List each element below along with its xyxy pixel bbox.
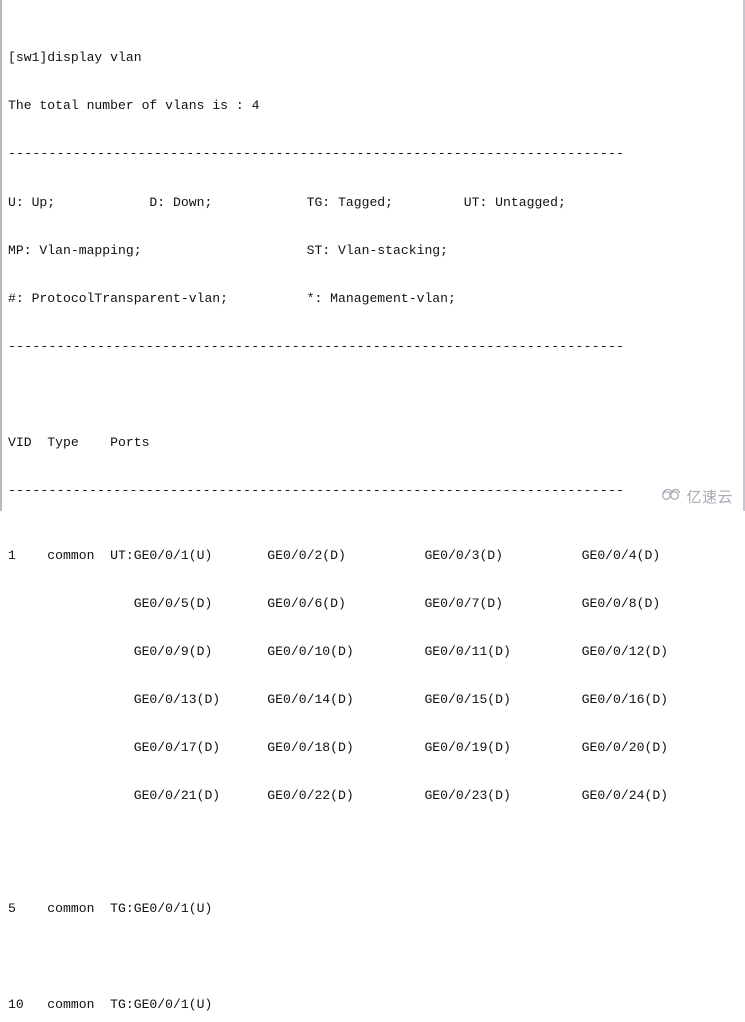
- table-row: GE0/0/9(D) GE0/0/10(D) GE0/0/11(D) GE0/0…: [8, 643, 669, 659]
- table-row: GE0/0/13(D) GE0/0/14(D) GE0/0/15(D) GE0/…: [8, 692, 669, 708]
- table-row: GE0/0/17(D) GE0/0/18(D) GE0/0/19(D) GE0/…: [8, 740, 669, 756]
- legend-line-3: #: ProtocolTransparent-vlan; *: Manageme…: [8, 290, 456, 306]
- separator-rule-2: ----------------------------------------…: [8, 338, 625, 354]
- port-table-header: VID Type Ports: [8, 435, 150, 451]
- terminal-window[interactable]: [sw1]display vlan The total number of vl…: [0, 0, 745, 1012]
- watermark: 亿速云: [661, 487, 733, 507]
- table-row: GE0/0/5(D) GE0/0/6(D) GE0/0/7(D) GE0/0/8…: [8, 595, 661, 611]
- table-row: 10 common TG:GE0/0/1(U): [8, 996, 213, 1012]
- table-row: 1 common UT:GE0/0/1(U) GE0/0/2(D) GE0/0/…: [8, 547, 661, 563]
- watermark-text: 亿速云: [686, 487, 733, 506]
- table-row: GE0/0/21(D) GE0/0/22(D) GE0/0/23(D) GE0/…: [8, 788, 669, 804]
- legend-line-2: MP: Vlan-mapping; ST: Vlan-stacking;: [8, 242, 449, 258]
- table-row: 5 common TG:GE0/0/1(U): [8, 900, 213, 916]
- legend-line-1: U: Up; D: Down; TG: Tagged; UT: Untagged…: [8, 194, 566, 210]
- vlan-total-summary: The total number of vlans is : 4: [8, 98, 260, 114]
- command-prompt-line: [sw1]display vlan: [8, 50, 142, 66]
- separator-rule-1: ----------------------------------------…: [8, 146, 625, 162]
- terminal-output: [sw1]display vlan The total number of vl…: [2, 0, 668, 1022]
- separator-rule-3: ----------------------------------------…: [8, 483, 625, 499]
